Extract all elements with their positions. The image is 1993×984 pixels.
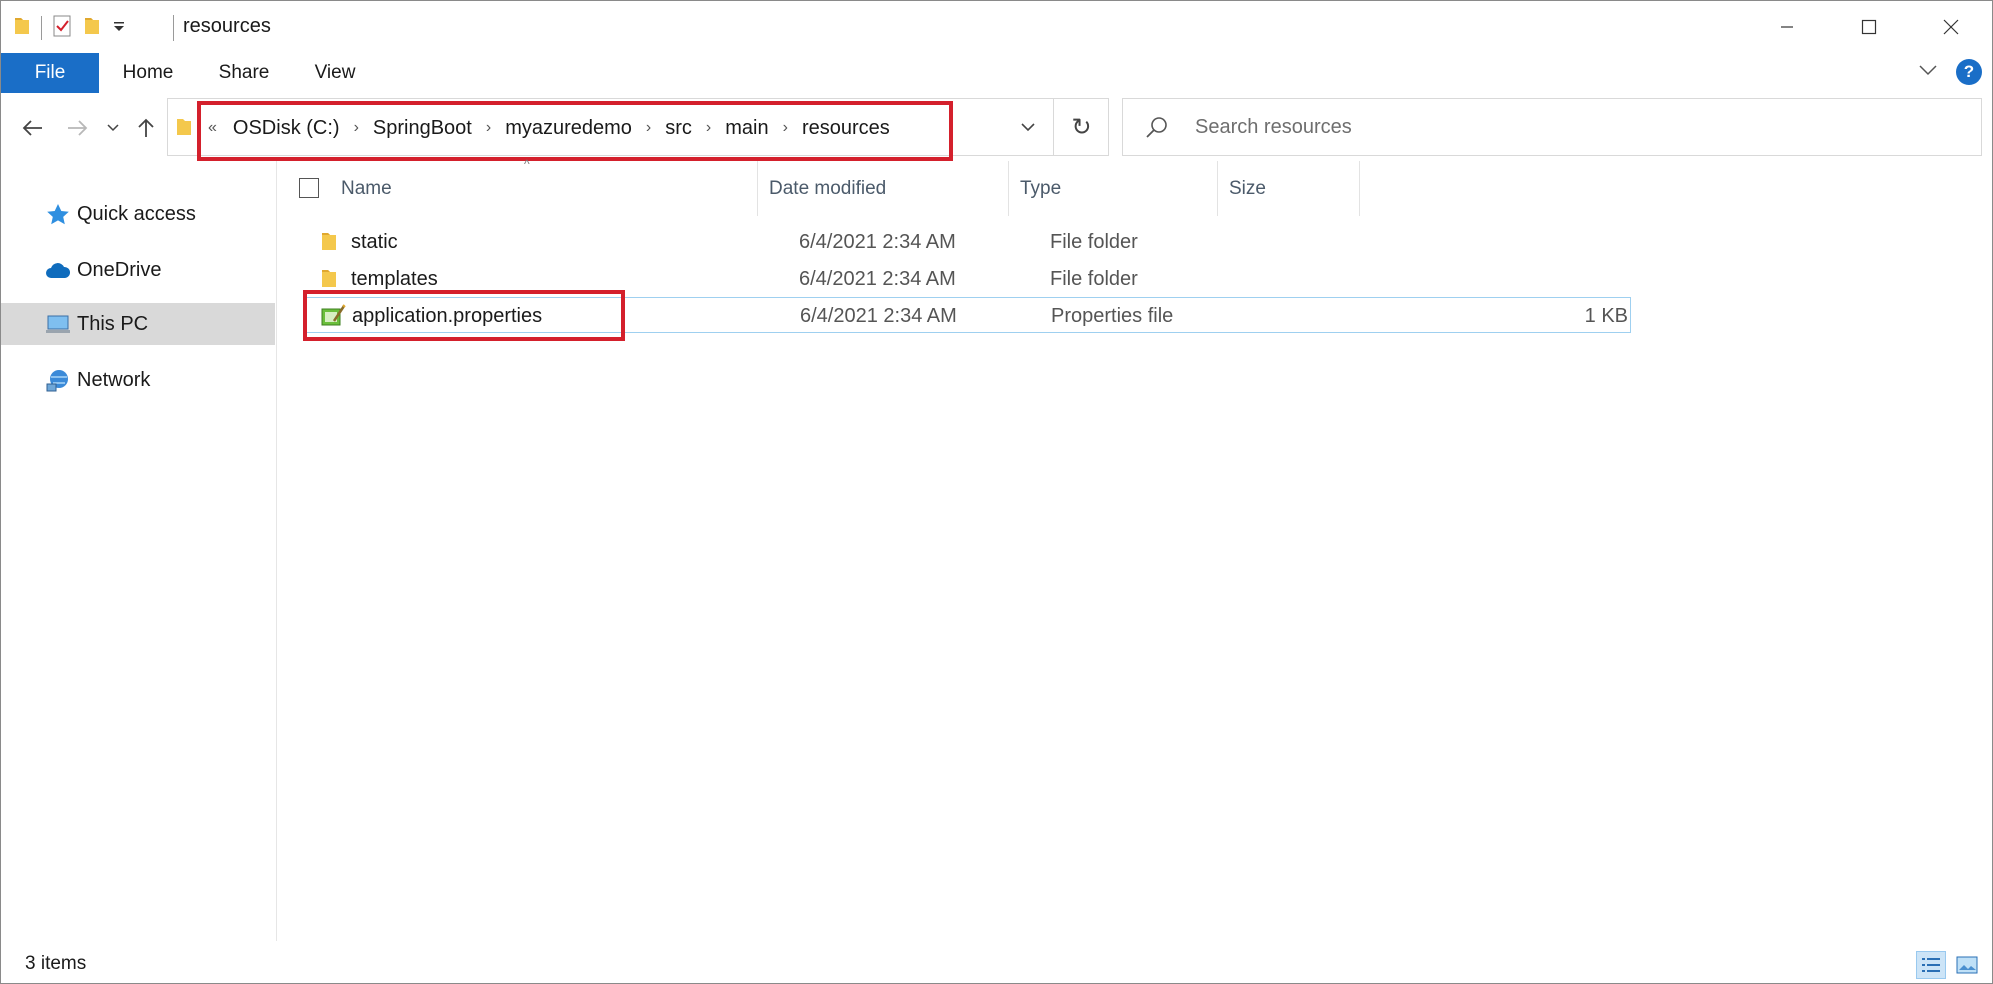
recent-locations-button[interactable] — [101, 113, 125, 143]
computer-icon — [45, 312, 71, 338]
title-bar: resources — [1, 1, 1992, 53]
address-dropdown-button[interactable] — [1009, 98, 1047, 156]
item-count: 3 items — [25, 953, 87, 974]
address-bar[interactable]: « OSDisk (C:) › SpringBoot › myazuredemo… — [167, 98, 1109, 156]
properties-file-icon — [320, 298, 346, 334]
breadcrumb: « OSDisk (C:) › SpringBoot › myazuredemo… — [208, 99, 890, 157]
breadcrumb-osdisk[interactable]: OSDisk (C:) — [233, 117, 340, 140]
folder-icon — [319, 261, 339, 297]
close-button[interactable] — [1910, 1, 1992, 53]
table-row[interactable]: templates 6/4/2021 2:34 AM File folder — [305, 261, 1631, 297]
status-bar: 3 items — [1, 941, 1992, 984]
breadcrumb-springboot[interactable]: SpringBoot — [373, 117, 472, 140]
new-folder-icon[interactable] — [82, 14, 102, 43]
sidebar-item-this-pc[interactable]: This PC — [1, 303, 275, 345]
breadcrumb-separator-icon[interactable]: › — [354, 119, 359, 137]
file-explorer-window: resources File Home Share View ? « OSDis… — [0, 0, 1993, 984]
expand-ribbon-icon[interactable] — [1918, 63, 1938, 81]
breadcrumb-overflow[interactable]: « — [208, 119, 217, 137]
file-size — [1305, 261, 1627, 297]
ribbon-tabs: File Home Share View ? — [1, 53, 1992, 93]
minimize-button[interactable] — [1746, 1, 1828, 53]
refresh-icon[interactable]: ↻ — [1053, 98, 1109, 156]
breadcrumb-separator-icon[interactable]: › — [783, 119, 788, 137]
file-type: File folder — [1050, 267, 1138, 290]
column-header-date[interactable]: Date modified — [769, 161, 969, 216]
search-icon — [1145, 115, 1181, 139]
table-row[interactable]: application.properties 6/4/2021 2:34 AM … — [305, 297, 1631, 333]
file-size: 1 KB — [1584, 304, 1628, 327]
file-size — [1305, 224, 1627, 260]
properties-check-icon[interactable] — [52, 14, 72, 43]
file-type: Properties file — [1051, 304, 1174, 327]
forward-button[interactable] — [59, 113, 95, 143]
sidebar-item-quick-access[interactable]: Quick access — [1, 193, 275, 235]
file-name: templates — [351, 267, 438, 290]
file-type: File folder — [1050, 230, 1138, 253]
large-icons-view-icon[interactable] — [1952, 951, 1982, 979]
up-button[interactable] — [131, 113, 161, 143]
customize-toolbar-icon[interactable] — [112, 19, 126, 38]
folder-icon — [319, 224, 339, 260]
tab-share[interactable]: Share — [207, 53, 281, 93]
sidebar-item-label: OneDrive — [77, 258, 162, 281]
breadcrumb-main[interactable]: main — [725, 117, 768, 140]
search-box[interactable] — [1122, 98, 1982, 156]
sidebar-item-onedrive[interactable]: OneDrive — [1, 249, 275, 291]
navigation-pane: Quick access OneDrive This PC Network — [1, 161, 277, 941]
breadcrumb-src[interactable]: src — [665, 117, 692, 140]
help-icon[interactable]: ? — [1956, 59, 1982, 85]
column-divider[interactable] — [1217, 161, 1218, 216]
column-divider[interactable] — [757, 161, 758, 216]
maximize-button[interactable] — [1828, 1, 1910, 53]
title-divider — [173, 15, 174, 41]
tab-home[interactable]: Home — [109, 53, 187, 93]
sidebar-item-label: This PC — [77, 312, 149, 335]
file-name: application.properties — [352, 304, 543, 327]
breadcrumb-separator-icon[interactable]: › — [486, 119, 491, 137]
sidebar-item-label: Network — [77, 368, 151, 391]
column-header-size[interactable]: Size — [1229, 161, 1329, 216]
ribbon-right-controls: ? — [1918, 59, 1982, 85]
quick-access-toolbar — [13, 13, 126, 43]
cloud-icon — [45, 258, 71, 284]
sidebar-item-network[interactable]: Network — [1, 359, 275, 401]
select-all-checkbox[interactable] — [299, 178, 319, 198]
column-divider[interactable] — [1359, 161, 1360, 216]
details-view-icon[interactable] — [1916, 951, 1946, 979]
file-date: 6/4/2021 2:34 AM — [799, 230, 956, 253]
view-switcher — [1916, 951, 1982, 979]
window-controls — [1746, 1, 1992, 53]
network-icon — [45, 368, 71, 394]
sidebar-item-label: Quick access — [77, 202, 196, 225]
column-header-name[interactable]: Name — [341, 161, 741, 216]
table-row[interactable]: static 6/4/2021 2:34 AM File folder — [305, 224, 1631, 260]
window-title: resources — [183, 15, 271, 37]
breadcrumb-separator-icon[interactable]: › — [706, 119, 711, 137]
file-list: ^ Name Date modified Type Size static 6/… — [279, 157, 1993, 941]
folder-icon — [13, 15, 31, 42]
breadcrumb-separator-icon[interactable]: › — [646, 119, 651, 137]
file-date: 6/4/2021 2:34 AM — [800, 304, 957, 327]
column-header-type[interactable]: Type — [1020, 161, 1180, 216]
search-input[interactable] — [1195, 115, 1955, 139]
breadcrumb-resources[interactable]: resources — [802, 117, 890, 140]
breadcrumb-myazuredemo[interactable]: myazuredemo — [505, 117, 632, 140]
back-button[interactable] — [15, 113, 51, 143]
tab-view[interactable]: View — [301, 53, 369, 93]
column-divider[interactable] — [1008, 161, 1009, 216]
toolbar-separator — [41, 16, 42, 40]
tab-file[interactable]: File — [1, 53, 99, 93]
star-icon — [45, 202, 71, 228]
folder-icon — [176, 116, 192, 143]
file-name: static — [351, 230, 398, 253]
file-date: 6/4/2021 2:34 AM — [799, 267, 956, 290]
